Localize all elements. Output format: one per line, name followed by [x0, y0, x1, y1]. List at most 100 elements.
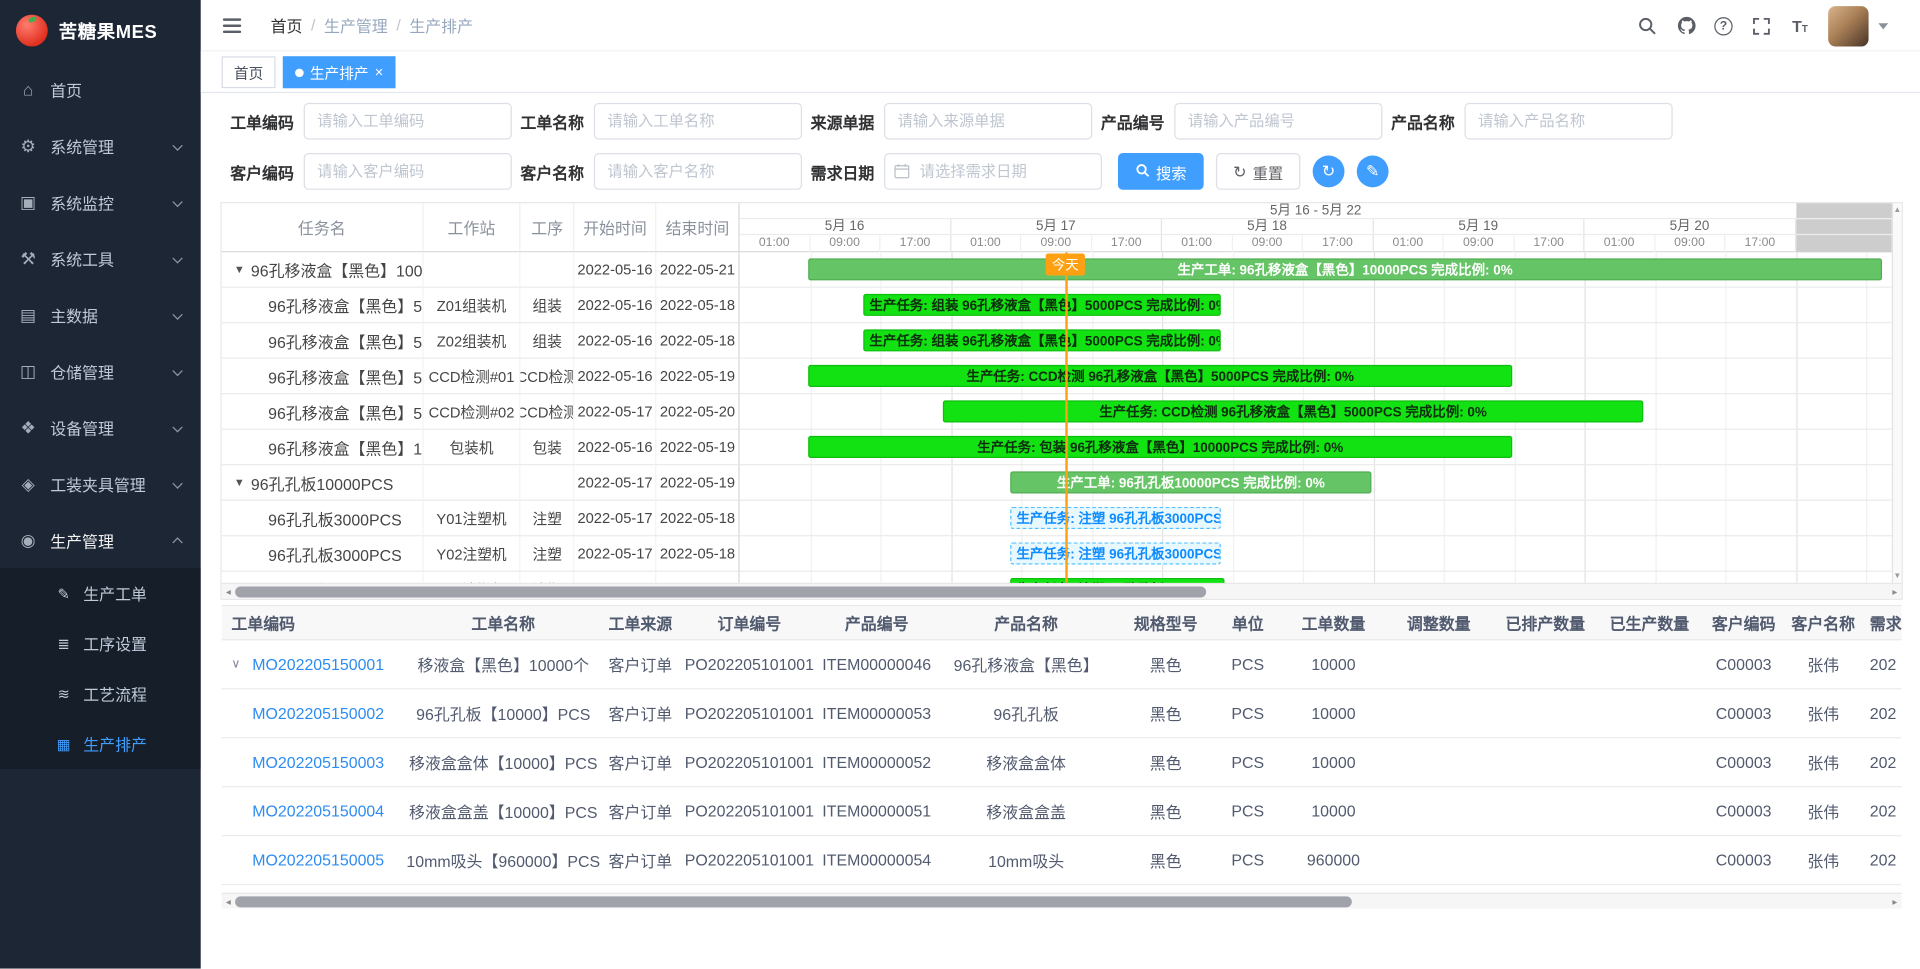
scroll-up-icon[interactable]: ▲: [1893, 206, 1901, 215]
sidebar-item-home[interactable]: ⌂首页: [0, 61, 201, 117]
avatar[interactable]: [1828, 6, 1868, 46]
text-input[interactable]: [884, 103, 1092, 140]
gantt-task-row[interactable]: 96孔移液盒【黑色】10000PCS包装机包装2022-05-162022-05…: [222, 430, 739, 466]
orders-table-body: ∨MO202205150001移液盒【黑色】10000个客户订单PO202205…: [222, 640, 1902, 885]
sidebar-item-warehouse[interactable]: ◫仓储管理: [0, 343, 201, 399]
orders-horizontal-scrollbar[interactable]: ◂ ▸: [222, 893, 1902, 909]
tab-0[interactable]: 首页: [222, 56, 276, 88]
breadcrumb-item: 生产排产: [409, 13, 473, 36]
table-row[interactable]: MO202205150003移液盒盒体【10000】PCS客户订单PO20220…: [222, 738, 1902, 787]
font-size-icon[interactable]: TT: [1789, 15, 1811, 37]
filter-item-r1-4: 产品名称: [1391, 103, 1673, 140]
gantt-task-row[interactable]: ▼96孔移液盒【黑色】10000PCS2022-05-162022-05-21: [222, 252, 739, 288]
github-icon[interactable]: [1675, 15, 1697, 37]
sidebar-item-fixture[interactable]: ◈工装夹具管理: [0, 456, 201, 512]
fullscreen-icon[interactable]: [1750, 15, 1772, 37]
breadcrumb-item[interactable]: 首页: [271, 13, 303, 36]
bar-label: 生产任务: 注塑 96孔孔板3000PCS 完成比例: 0%: [1011, 508, 1219, 528]
sidebar-item-production[interactable]: ◉生产管理: [0, 512, 201, 568]
order-code-link[interactable]: MO202205150002: [252, 704, 384, 722]
edit-button[interactable]: ✎: [1357, 156, 1389, 188]
gantt-task-row[interactable]: 96孔孔板3000PCSY02注塑机注塑2022-05-172022-05-18: [222, 536, 739, 572]
gantt-horizontal-scrollbar[interactable]: ◂ ▸: [222, 583, 1902, 599]
sidebar-item-monitor[interactable]: ▣系统监控: [0, 174, 201, 230]
table-row[interactable]: MO20220515000510mm吸头【960000】PCS客户订单PO202…: [222, 836, 1902, 885]
scroll-left-icon[interactable]: ◂: [222, 586, 235, 597]
order-code-link[interactable]: MO202205150004: [252, 802, 384, 820]
gantt-task-bar[interactable]: 生产任务: 组装 96孔移液盒【黑色】5000PCS 完成比例: 0%: [863, 329, 1221, 351]
gantt-task-row[interactable]: 96孔移液盒【黑色】5000PCSCCD检测#02CCD检测2022-05-17…: [222, 394, 739, 430]
sidebar-item-gear[interactable]: ⚙系统管理: [0, 118, 201, 174]
user-menu-caret-icon[interactable]: [1878, 23, 1888, 29]
scroll-left-icon[interactable]: ◂: [222, 896, 235, 907]
gantt-task-row[interactable]: 96孔孔板3000PCSY03注塑机注塑2022-05-172022-05-18: [222, 572, 739, 583]
gantt-hscroll-thumb[interactable]: [235, 587, 1206, 598]
sidebar-subitem-flow[interactable]: ≋工艺流程: [0, 669, 201, 719]
orders-col-header: 产品名称: [934, 606, 1118, 639]
bar-label: 生产任务: CCD检测 96孔移液盒【黑色】5000PCS 完成比例: 0%: [1094, 402, 1491, 422]
filter-item-r1-0: 工单编码: [230, 103, 512, 140]
gantt-task-row[interactable]: 96孔移液盒【黑色】5000PCSZ02组装机组装2022-05-162022-…: [222, 323, 739, 359]
orders-col-header: 已生产数量: [1598, 606, 1701, 639]
tab-1[interactable]: 生产排产×: [283, 56, 396, 88]
gantt-task-row[interactable]: ▼96孔孔板10000PCS2022-05-172022-05-19: [222, 465, 739, 501]
text-input[interactable]: [594, 153, 802, 190]
gantt-task-bar[interactable]: 生产任务: 包装 96孔移液盒【黑色】10000PCS 完成比例: 0%: [808, 436, 1512, 458]
text-input[interactable]: [594, 103, 802, 140]
table-row[interactable]: ∨MO202205150001移液盒【黑色】10000个客户订单PO202205…: [222, 640, 1902, 689]
order-code-link[interactable]: MO202205150005: [252, 851, 384, 869]
reset-button[interactable]: ↻ 重置: [1216, 153, 1300, 190]
gantt-task-row[interactable]: 96孔移液盒【黑色】5000PCSCCD检测#01CCD检测2022-05-16…: [222, 359, 739, 395]
text-input[interactable]: [1465, 103, 1673, 140]
gantt-task-bar[interactable]: 生产任务: 组装 96孔移液盒【黑色】5000PCS 完成比例: 0%: [863, 294, 1221, 316]
search-icon[interactable]: [1636, 15, 1658, 37]
sidebar-item-database[interactable]: ▤主数据: [0, 287, 201, 343]
sidebar-item-equipment[interactable]: ❖设备管理: [0, 399, 201, 455]
order-code-link[interactable]: MO202205150003: [252, 753, 384, 771]
gantt-task-bar[interactable]: 生产任务: 注塑 96孔孔板3000PCS 完成比例: 0%: [1010, 578, 1224, 583]
table-row[interactable]: MO202205150004移液盒盒盖【10000】PCS客户订单PO20220…: [222, 787, 1902, 836]
text-input[interactable]: [1174, 103, 1382, 140]
gantt-hscroll-track[interactable]: [235, 584, 1888, 599]
app-logo[interactable]: 苦糖果MES: [0, 0, 201, 61]
task-end-date: 2022-05-18: [657, 288, 739, 322]
sidebar-subitem-work-order[interactable]: ✎生产工单: [0, 568, 201, 618]
gantt-task-row[interactable]: 96孔孔板3000PCSY01注塑机注塑2022-05-172022-05-18: [222, 501, 739, 537]
search-button[interactable]: 搜索: [1118, 153, 1204, 190]
tree-collapse-icon[interactable]: ▼: [234, 476, 245, 488]
bar-label: 生产任务: 注塑 96孔孔板3000PCS 完成比例: 0%: [1011, 544, 1219, 564]
close-icon[interactable]: ×: [375, 66, 384, 78]
text-input[interactable]: [304, 153, 512, 190]
home-icon: ⌂: [18, 80, 38, 100]
gantt-task-bar[interactable]: 生产任务: 注塑 96孔孔板3000PCS 完成比例: 0%: [1010, 542, 1221, 564]
sidebar-subitem-schedule[interactable]: ▦生产排产: [0, 719, 201, 769]
expand-row-icon[interactable]: ∨: [231, 658, 252, 671]
gantt-task-bar[interactable]: 生产任务: 注塑 96孔孔板3000PCS 完成比例: 0%: [1010, 507, 1221, 529]
timeline-hour: 09:00: [1444, 235, 1514, 252]
timeline-day: 5月 17: [951, 219, 1162, 234]
text-input[interactable]: [304, 103, 512, 140]
reset-button-label: 重置: [1253, 160, 1284, 183]
task-start-date: 2022-05-17: [575, 536, 657, 570]
gantt-vertical-scrollbar[interactable]: ▲ ▼: [1892, 203, 1902, 583]
sidebar-submenu: ✎生产工单≣工序设置≋工艺流程▦生产排产: [0, 568, 201, 769]
fixture-icon: ◈: [18, 473, 38, 494]
order-code-link[interactable]: MO202205150001: [252, 655, 384, 673]
orders-hscroll-thumb[interactable]: [235, 896, 1352, 907]
help-icon[interactable]: ?: [1714, 17, 1732, 35]
gantt-task-bar[interactable]: 生产任务: CCD检测 96孔移液盒【黑色】5000PCS 完成比例: 0%: [808, 365, 1512, 387]
refresh-button[interactable]: ↻: [1313, 156, 1345, 188]
sidebar-subitem-process[interactable]: ≣工序设置: [0, 618, 201, 668]
orders-hscroll-track[interactable]: [235, 894, 1888, 909]
scroll-right-icon[interactable]: ▸: [1888, 586, 1901, 597]
sidebar-item-tools[interactable]: ⚒系统工具: [0, 230, 201, 286]
table-row[interactable]: MO20220515000296孔孔板【10000】PCS客户订单PO20220…: [222, 689, 1902, 738]
scroll-right-icon[interactable]: ▸: [1888, 896, 1901, 907]
scroll-down-icon[interactable]: ▼: [1893, 572, 1901, 581]
tree-collapse-icon[interactable]: ▼: [234, 263, 245, 275]
gantt-task-row[interactable]: 96孔移液盒【黑色】5000PCSZ01组装机组装2022-05-162022-…: [222, 288, 739, 324]
gantt-task-bar[interactable]: 生产任务: CCD检测 96孔移液盒【黑色】5000PCS 完成比例: 0%: [943, 400, 1643, 422]
date-input[interactable]: [884, 153, 1102, 190]
gantt-order-bar[interactable]: 生产工单: 96孔移液盒【黑色】10000PCS 完成比例: 0%: [808, 258, 1882, 280]
sidebar-toggle-icon[interactable]: [216, 10, 249, 39]
